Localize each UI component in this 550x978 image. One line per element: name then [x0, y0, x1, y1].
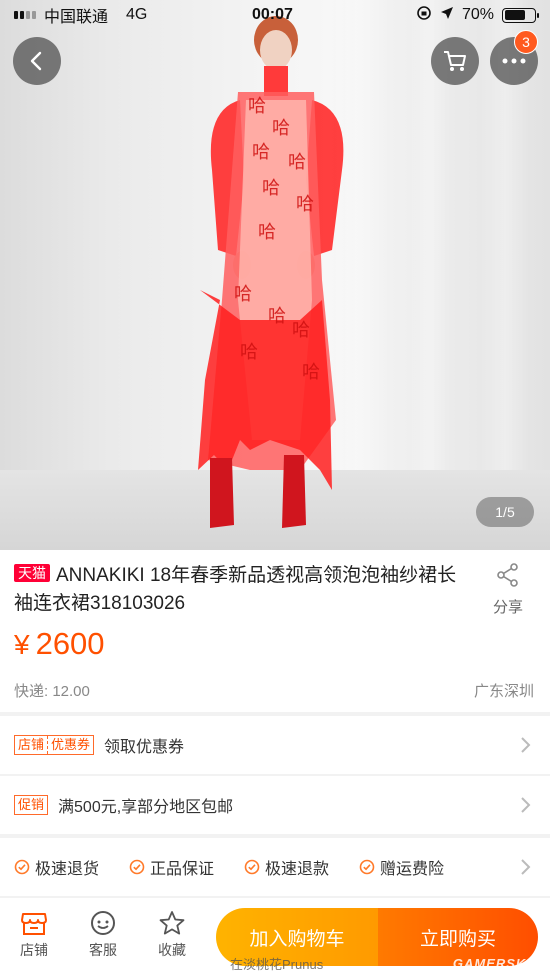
svg-text:哈: 哈: [268, 306, 286, 327]
customer-service-label: 客服: [89, 942, 117, 958]
image-counter: 1/5: [476, 497, 534, 527]
star-icon: [159, 911, 185, 935]
share-label: 分享: [492, 599, 523, 616]
rotation-lock-icon: [416, 5, 432, 26]
store-icon: [21, 913, 47, 935]
back-button[interactable]: [13, 37, 61, 85]
svg-text:哈: 哈: [240, 342, 258, 363]
svg-text:哈: 哈: [234, 284, 252, 305]
shipping-fee: 快递: 12.00: [14, 683, 90, 700]
guarantee-item: 极速退货: [14, 855, 99, 879]
coupon-label: 领取优惠券: [104, 739, 185, 756]
share-button[interactable]: 分享: [488, 562, 528, 617]
favorite-button[interactable]: 收藏: [145, 910, 199, 960]
svg-text:哈: 哈: [252, 142, 270, 163]
status-bar: 中国联通 4G 00:07 70%: [0, 0, 550, 30]
check-circle-icon: [129, 859, 145, 875]
svg-text:哈: 哈: [248, 96, 266, 117]
check-circle-icon: [244, 859, 260, 875]
promotion-tag: 促销: [14, 795, 49, 815]
back-icon: [30, 51, 42, 71]
svg-text:哈: 哈: [262, 178, 280, 199]
store-coupon-tag: 店铺 优惠券: [14, 735, 95, 755]
product-image[interactable]: 哈 哈 哈 哈 哈 哈 哈 哈 哈 哈 哈 哈 中国联通 4G 00:07 70…: [0, 0, 550, 550]
guarantee-item: 极速退款: [244, 855, 329, 879]
check-circle-icon: [359, 859, 375, 875]
customer-service-button[interactable]: 客服: [76, 910, 130, 960]
weibo-watermark: 在淡桃花Prunus: [230, 957, 324, 972]
guarantee-item: 正品保证: [129, 855, 214, 879]
svg-text:哈: 哈: [296, 194, 314, 215]
cart-count-badge: 3: [514, 30, 538, 54]
location-icon: [440, 6, 454, 25]
guarantee-item: 赠运费险: [359, 855, 444, 879]
svg-text:哈: 哈: [272, 118, 290, 139]
network-type: 4G: [126, 6, 148, 23]
share-icon: [497, 563, 518, 587]
ship-from-location: 广东深圳: [473, 683, 534, 700]
clock: 00:07: [252, 6, 293, 23]
customer-service-icon: [91, 911, 115, 935]
favorite-label: 收藏: [158, 942, 186, 958]
coupon-row[interactable]: 店铺 优惠券 领取优惠券: [0, 716, 550, 774]
battery-percent: 70%: [461, 6, 494, 23]
product-info: 天猫 ANNAKIKI 18年春季新品透视高领泡泡袖纱裙长袖连衣裙31810302…: [0, 550, 550, 712]
signal-icon: [14, 11, 36, 19]
more-icon: [502, 58, 526, 64]
store-button[interactable]: 店铺: [7, 910, 61, 960]
svg-text:哈: 哈: [258, 222, 276, 243]
cart-button[interactable]: [431, 37, 479, 85]
currency-symbol: ¥: [14, 629, 30, 660]
guarantees-row[interactable]: 极速退货 正品保证 极速退款 赠运费险: [0, 838, 550, 896]
chevron-right-icon: [521, 737, 531, 753]
price: ¥2600: [14, 626, 105, 662]
tmall-badge: 天猫: [14, 564, 50, 582]
svg-text:哈: 哈: [288, 152, 306, 173]
check-circle-icon: [14, 859, 30, 875]
product-title-text: ANNAKIKI 18年春季新品透视高领泡泡袖纱裙长袖连衣裙318103026: [14, 565, 457, 614]
site-watermark: GAMERSKY: [452, 956, 536, 971]
price-value: 2600: [35, 626, 105, 661]
battery-icon: [502, 7, 539, 23]
svg-text:哈: 哈: [292, 320, 310, 341]
promotion-row[interactable]: 促销 满500元,享部分地区包邮: [0, 776, 550, 834]
model-illustration: 哈 哈 哈 哈 哈 哈 哈 哈 哈 哈 哈 哈: [198, 16, 344, 528]
carrier-name: 中国联通: [44, 9, 109, 26]
store-label: 店铺: [20, 942, 48, 958]
svg-text:哈: 哈: [302, 362, 320, 383]
chevron-right-icon: [521, 797, 531, 813]
cart-icon: [444, 51, 466, 71]
promotion-label: 满500元,享部分地区包邮: [58, 799, 234, 816]
chevron-right-icon: [521, 859, 531, 875]
product-title: 天猫 ANNAKIKI 18年春季新品透视高领泡泡袖纱裙长袖连衣裙31810302…: [14, 562, 464, 618]
